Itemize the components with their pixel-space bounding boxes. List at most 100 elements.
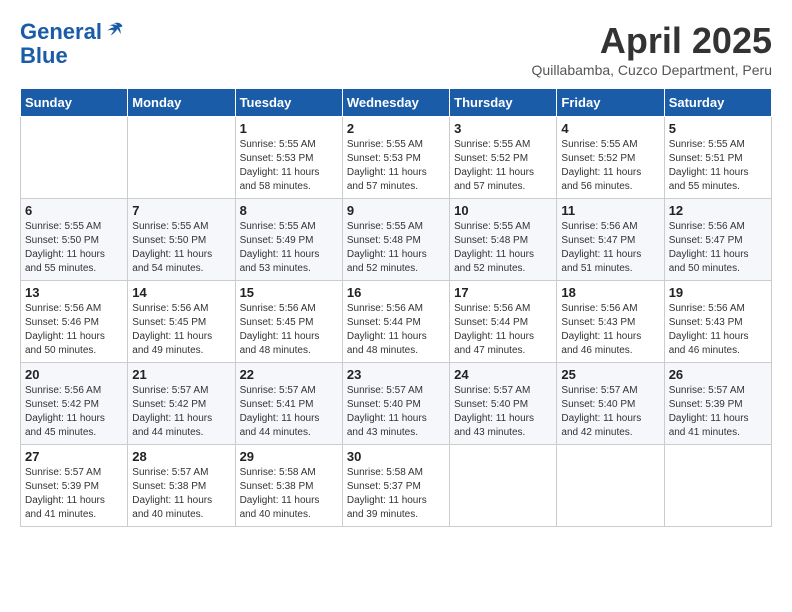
day-info: Sunrise: 5:56 AM Sunset: 5:43 PM Dayligh… <box>669 302 767 358</box>
day-info: Sunrise: 5:57 AM Sunset: 5:41 PM Dayligh… <box>240 384 338 440</box>
day-info: Sunrise: 5:56 AM Sunset: 5:47 PM Dayligh… <box>669 220 767 276</box>
day-info: Sunrise: 5:55 AM Sunset: 5:50 PM Dayligh… <box>25 220 123 276</box>
calendar-cell: 11 Sunrise: 5:56 AM Sunset: 5:47 PM Dayli… <box>557 199 664 281</box>
calendar-cell: 13Sunrise: 5:56 AM Sunset: 5:46 PM Dayli… <box>21 281 128 363</box>
day-info: Sunrise: 5:57 AM Sunset: 5:42 PM Dayligh… <box>132 384 230 440</box>
day-number: 19 <box>669 285 767 300</box>
day-of-week-header: Saturday <box>664 89 771 117</box>
day-of-week-header: Wednesday <box>342 89 449 117</box>
logo: General Blue <box>20 20 124 68</box>
calendar-table: SundayMondayTuesdayWednesdayThursdayFrid… <box>20 88 772 527</box>
day-info: Sunrise: 5:56 AM Sunset: 5:44 PM Dayligh… <box>347 302 445 358</box>
day-number: 9 <box>347 203 445 218</box>
day-info: Sunrise: 5:56 AM Sunset: 5:44 PM Dayligh… <box>454 302 552 358</box>
day-info: Sunrise: 5:58 AM Sunset: 5:38 PM Dayligh… <box>240 466 338 522</box>
logo-blue: Blue <box>20 43 68 68</box>
page-header: General Blue April 2025 Quillabamba, Cuz… <box>20 20 772 78</box>
title-block: April 2025 Quillabamba, Cuzco Department… <box>532 20 772 78</box>
day-info: Sunrise: 5:56 AM Sunset: 5:42 PM Dayligh… <box>25 384 123 440</box>
calendar-cell: 26 Sunrise: 5:57 AM Sunset: 5:39 PM Dayli… <box>664 363 771 445</box>
day-number: 14 <box>132 285 230 300</box>
day-info: Sunrise: 5:57 AM Sunset: 5:38 PM Dayligh… <box>132 466 230 522</box>
day-number: 3 <box>454 121 552 136</box>
calendar-cell <box>450 445 557 527</box>
logo-general: General <box>20 19 102 44</box>
day-number: 22 <box>240 367 338 382</box>
day-info: Sunrise: 5:56 AM Sunset: 5:47 PM Dayligh… <box>561 220 659 276</box>
day-info: Sunrise: 5:57 AM Sunset: 5:40 PM Dayligh… <box>561 384 659 440</box>
calendar-cell: 27 Sunrise: 5:57 AM Sunset: 5:39 PM Dayli… <box>21 445 128 527</box>
calendar-cell: 21 Sunrise: 5:57 AM Sunset: 5:42 PM Dayli… <box>128 363 235 445</box>
calendar-cell: 28 Sunrise: 5:57 AM Sunset: 5:38 PM Dayli… <box>128 445 235 527</box>
calendar-cell: 17 Sunrise: 5:56 AM Sunset: 5:44 PM Dayli… <box>450 281 557 363</box>
day-info: Sunrise: 5:56 AM Sunset: 5:45 PM Dayligh… <box>132 302 230 358</box>
day-info: Sunrise: 5:55 AM Sunset: 5:53 PM Dayligh… <box>240 138 338 194</box>
calendar-cell: 9 Sunrise: 5:55 AM Sunset: 5:48 PM Daylig… <box>342 199 449 281</box>
calendar-cell: 24 Sunrise: 5:57 AM Sunset: 5:40 PM Dayli… <box>450 363 557 445</box>
day-number: 2 <box>347 121 445 136</box>
day-info: Sunrise: 5:57 AM Sunset: 5:40 PM Dayligh… <box>454 384 552 440</box>
calendar-cell <box>664 445 771 527</box>
day-info: Sunrise: 5:57 AM Sunset: 5:39 PM Dayligh… <box>25 466 123 522</box>
day-number: 28 <box>132 449 230 464</box>
day-of-week-header: Tuesday <box>235 89 342 117</box>
day-number: 15 <box>240 285 338 300</box>
calendar-cell: 6 Sunrise: 5:55 AM Sunset: 5:50 PM Daylig… <box>21 199 128 281</box>
day-info: Sunrise: 5:57 AM Sunset: 5:40 PM Dayligh… <box>347 384 445 440</box>
day-info: Sunrise: 5:57 AM Sunset: 5:39 PM Dayligh… <box>669 384 767 440</box>
day-number: 27 <box>25 449 123 464</box>
calendar-cell: 1 Sunrise: 5:55 AM Sunset: 5:53 PM Daylig… <box>235 117 342 199</box>
calendar-cell: 2 Sunrise: 5:55 AM Sunset: 5:53 PM Daylig… <box>342 117 449 199</box>
day-number: 8 <box>240 203 338 218</box>
day-number: 23 <box>347 367 445 382</box>
day-number: 16 <box>347 285 445 300</box>
day-info: Sunrise: 5:55 AM Sunset: 5:48 PM Dayligh… <box>454 220 552 276</box>
day-info: Sunrise: 5:55 AM Sunset: 5:53 PM Dayligh… <box>347 138 445 194</box>
day-number: 26 <box>669 367 767 382</box>
day-number: 18 <box>561 285 659 300</box>
logo-bird-icon <box>104 19 124 39</box>
calendar-cell: 5Sunrise: 5:55 AM Sunset: 5:51 PM Daylig… <box>664 117 771 199</box>
month-title: April 2025 <box>532 20 772 62</box>
calendar-cell: 23 Sunrise: 5:57 AM Sunset: 5:40 PM Dayli… <box>342 363 449 445</box>
day-info: Sunrise: 5:55 AM Sunset: 5:48 PM Dayligh… <box>347 220 445 276</box>
calendar-cell <box>21 117 128 199</box>
day-number: 24 <box>454 367 552 382</box>
location: Quillabamba, Cuzco Department, Peru <box>532 62 772 78</box>
calendar-cell: 29 Sunrise: 5:58 AM Sunset: 5:38 PM Dayli… <box>235 445 342 527</box>
day-info: Sunrise: 5:56 AM Sunset: 5:43 PM Dayligh… <box>561 302 659 358</box>
calendar-cell <box>557 445 664 527</box>
day-info: Sunrise: 5:55 AM Sunset: 5:52 PM Dayligh… <box>561 138 659 194</box>
day-info: Sunrise: 5:58 AM Sunset: 5:37 PM Dayligh… <box>347 466 445 522</box>
day-number: 4 <box>561 121 659 136</box>
calendar-cell: 10Sunrise: 5:55 AM Sunset: 5:48 PM Dayli… <box>450 199 557 281</box>
calendar-cell: 20 Sunrise: 5:56 AM Sunset: 5:42 PM Dayli… <box>21 363 128 445</box>
day-number: 7 <box>132 203 230 218</box>
day-of-week-header: Thursday <box>450 89 557 117</box>
calendar-cell <box>128 117 235 199</box>
calendar-cell: 4 Sunrise: 5:55 AM Sunset: 5:52 PM Daylig… <box>557 117 664 199</box>
calendar-cell: 3Sunrise: 5:55 AM Sunset: 5:52 PM Daylig… <box>450 117 557 199</box>
day-info: Sunrise: 5:55 AM Sunset: 5:49 PM Dayligh… <box>240 220 338 276</box>
calendar-cell: 22 Sunrise: 5:57 AM Sunset: 5:41 PM Dayli… <box>235 363 342 445</box>
day-of-week-header: Monday <box>128 89 235 117</box>
day-info: Sunrise: 5:56 AM Sunset: 5:46 PM Dayligh… <box>25 302 123 358</box>
calendar-cell: 8 Sunrise: 5:55 AM Sunset: 5:49 PM Daylig… <box>235 199 342 281</box>
calendar-cell: 18 Sunrise: 5:56 AM Sunset: 5:43 PM Dayli… <box>557 281 664 363</box>
day-number: 11 <box>561 203 659 218</box>
day-info: Sunrise: 5:55 AM Sunset: 5:50 PM Dayligh… <box>132 220 230 276</box>
day-number: 29 <box>240 449 338 464</box>
day-number: 20 <box>25 367 123 382</box>
day-number: 5 <box>669 121 767 136</box>
day-number: 30 <box>347 449 445 464</box>
day-number: 6 <box>25 203 123 218</box>
day-number: 17 <box>454 285 552 300</box>
calendar-cell: 7 Sunrise: 5:55 AM Sunset: 5:50 PM Daylig… <box>128 199 235 281</box>
calendar-cell: 19 Sunrise: 5:56 AM Sunset: 5:43 PM Dayli… <box>664 281 771 363</box>
day-of-week-header: Sunday <box>21 89 128 117</box>
day-number: 12 <box>669 203 767 218</box>
day-number: 1 <box>240 121 338 136</box>
calendar-cell: 30 Sunrise: 5:58 AM Sunset: 5:37 PM Dayli… <box>342 445 449 527</box>
day-number: 21 <box>132 367 230 382</box>
day-number: 25 <box>561 367 659 382</box>
